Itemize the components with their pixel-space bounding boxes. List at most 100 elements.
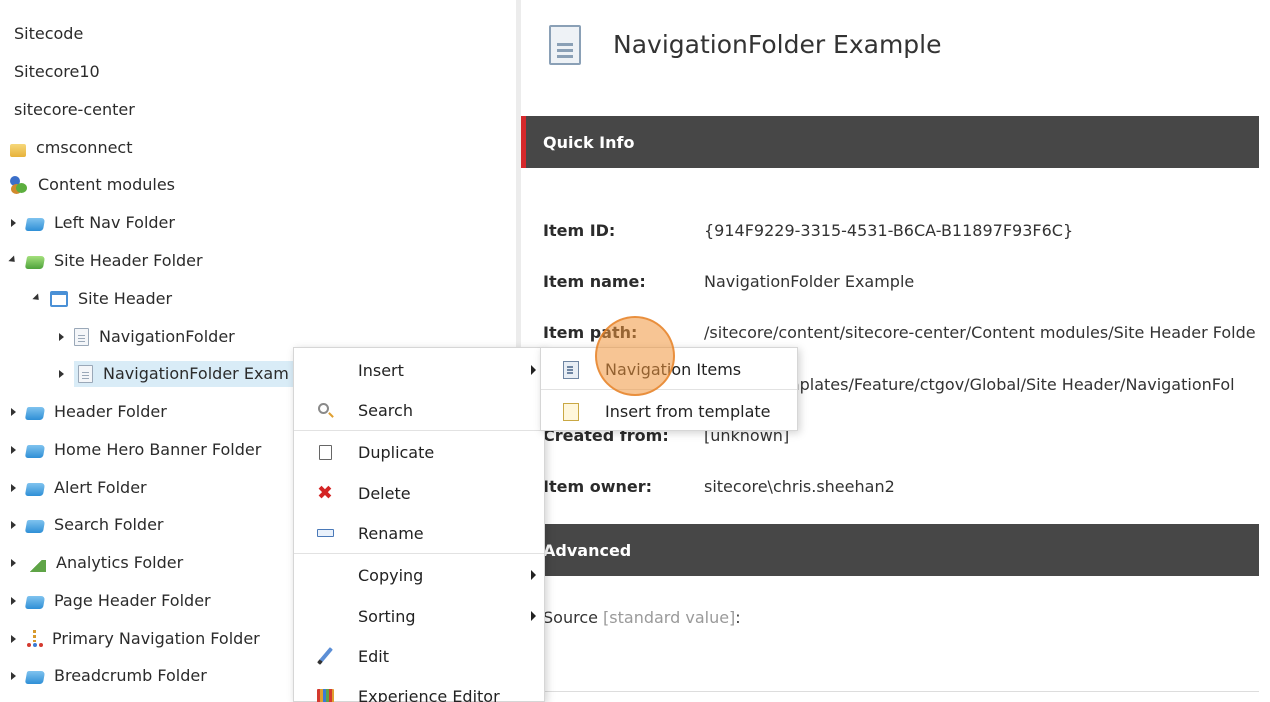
tree-item-sitecore10[interactable]: Sitecore10 [10, 57, 104, 87]
folder-icon [24, 256, 46, 269]
tree-item-label: Alert Folder [54, 478, 147, 497]
menu-item-label: Insert [358, 360, 404, 380]
tree-item-label: NavigationFolder [99, 327, 235, 346]
expand-arrow-icon[interactable] [6, 669, 20, 683]
expand-arrow-icon[interactable] [6, 556, 20, 570]
window-icon [50, 291, 68, 307]
menu-item-label: Edit [358, 646, 389, 666]
menu-item-label: Rename [358, 523, 424, 543]
expand-arrow-icon[interactable] [54, 330, 68, 344]
divider [521, 691, 1259, 692]
collapse-arrow-icon[interactable] [6, 254, 20, 268]
item-owner-label: Item owner: [543, 477, 652, 496]
menu-item-label: Delete [358, 483, 411, 503]
expand-arrow-icon[interactable] [54, 367, 68, 381]
menu-item-label: Copying [358, 565, 424, 585]
collapse-arrow-icon[interactable] [30, 292, 44, 306]
tree-item-sitecore-center[interactable]: sitecore-center [10, 95, 139, 125]
tree-item-label: Site Header Folder [54, 251, 203, 270]
tree-item-label: Analytics Folder [56, 553, 184, 572]
content-modules-icon [10, 176, 28, 194]
standard-value-hint: [standard value] [603, 608, 736, 627]
item-id-label: Item ID: [543, 221, 616, 240]
tree-item-label: Site Header [78, 289, 173, 308]
folder-icon [24, 218, 46, 231]
analytics-icon [26, 559, 46, 572]
page-icon [78, 365, 93, 383]
expand-arrow-icon[interactable] [6, 216, 20, 230]
menu-item-duplicate[interactable]: Duplicate [294, 432, 544, 472]
tree-item-sitecode[interactable]: Sitecode [10, 19, 87, 49]
source-colon: : [735, 608, 741, 627]
item-id-value: {914F9229-3315-4531-B6CA-B11897F93F6C} [704, 221, 1074, 240]
context-menu: Insert Search Duplicate ✖ Delete Rename … [293, 347, 545, 702]
expand-arrow-icon[interactable] [6, 632, 20, 646]
expand-arrow-icon[interactable] [6, 518, 20, 532]
template-icon [563, 403, 579, 421]
tree-item-label: Content modules [38, 175, 176, 194]
tree-item-label: Page Header Folder [54, 591, 211, 610]
submenu-item-label: Insert from template [605, 401, 771, 421]
menu-item-experience-editor[interactable]: Experience Editor [294, 676, 544, 702]
folder-icon [24, 671, 46, 684]
page-icon [74, 328, 89, 346]
menu-item-edit[interactable]: Edit [294, 636, 544, 676]
search-icon [316, 401, 334, 419]
tree-item-breadcrumb-folder[interactable]: Breadcrumb Folder [6, 661, 211, 691]
tree-item-home-hero-banner-folder[interactable]: Home Hero Banner Folder [6, 435, 265, 465]
menu-item-label: Search [358, 400, 413, 420]
tree-item-label: Sitecore10 [14, 62, 100, 81]
insert-submenu: Navigation Items Insert from template [540, 347, 798, 431]
tree-item-site-header[interactable]: Site Header [30, 284, 176, 314]
expand-arrow-icon[interactable] [6, 405, 20, 419]
tree-item-alert-folder[interactable]: Alert Folder [6, 473, 151, 503]
menu-item-rename[interactable]: Rename [294, 513, 544, 553]
tree-item-page-header-folder[interactable]: Page Header Folder [6, 586, 215, 616]
menu-item-delete[interactable]: ✖ Delete [294, 473, 544, 513]
menu-item-sorting[interactable]: Sorting [294, 596, 544, 636]
folder-icon [24, 596, 46, 609]
navigation-items-icon [563, 361, 579, 379]
tree-item-analytics-folder[interactable]: Analytics Folder [6, 548, 187, 578]
menu-item-copying[interactable]: Copying [294, 555, 544, 595]
document-icon [549, 25, 581, 65]
tree-item-primary-navigation-folder[interactable]: Primary Navigation Folder [6, 624, 264, 654]
tree-item-label: Sitecode [14, 24, 84, 43]
tree-item-navigationfolder[interactable]: NavigationFolder [54, 322, 239, 352]
submenu-item-insert-from-template[interactable]: Insert from template [541, 391, 797, 431]
tree-item-label: Search Folder [54, 515, 164, 534]
folder-icon [24, 520, 46, 533]
item-path-label: Item path: [543, 323, 638, 342]
folder-icon [10, 143, 26, 157]
item-path-value: /sitecore/content/sitecore-center/Conten… [704, 323, 1256, 342]
expand-arrow-icon[interactable] [6, 481, 20, 495]
duplicate-icon [314, 441, 334, 461]
edit-pencil-icon [316, 647, 334, 665]
tree-item-search-folder[interactable]: Search Folder [6, 510, 168, 540]
tree-item-site-header-folder[interactable]: Site Header Folder [6, 246, 207, 276]
folder-icon [24, 445, 46, 458]
menu-item-search[interactable]: Search [294, 390, 544, 430]
expand-arrow-icon[interactable] [6, 594, 20, 608]
tree-item-left-nav-folder[interactable]: Left Nav Folder [6, 208, 179, 238]
tree-item-label: NavigationFolder Exam [99, 361, 293, 387]
source-field-label: Source [standard value]: [543, 608, 741, 627]
folder-icon [24, 407, 46, 420]
tree-item-content-modules[interactable]: Content modules [10, 170, 179, 200]
tree-item-label: Primary Navigation Folder [52, 629, 260, 648]
tree-item-label: Header Folder [54, 402, 167, 421]
page-title: NavigationFolder Example [613, 30, 942, 59]
tree-item-navigationfolder-example[interactable]: NavigationFolder Exam [54, 359, 293, 389]
quick-info-header[interactable]: Quick Info [521, 116, 1259, 168]
advanced-header[interactable]: Advanced [521, 524, 1259, 576]
tree-item-label: cmsconnect [36, 138, 133, 157]
menu-item-insert[interactable]: Insert [294, 350, 544, 390]
expand-arrow-icon[interactable] [6, 443, 20, 457]
folder-icon [24, 483, 46, 496]
submenu-item-navigation-items[interactable]: Navigation Items [541, 349, 797, 389]
tree-item-label: Home Hero Banner Folder [54, 440, 262, 459]
submenu-arrow-icon [531, 611, 536, 621]
tree-item-cmsconnect[interactable]: cmsconnect [10, 133, 137, 163]
tree-item-header-folder[interactable]: Header Folder [6, 397, 171, 427]
tree-item-label: sitecore-center [14, 100, 135, 119]
